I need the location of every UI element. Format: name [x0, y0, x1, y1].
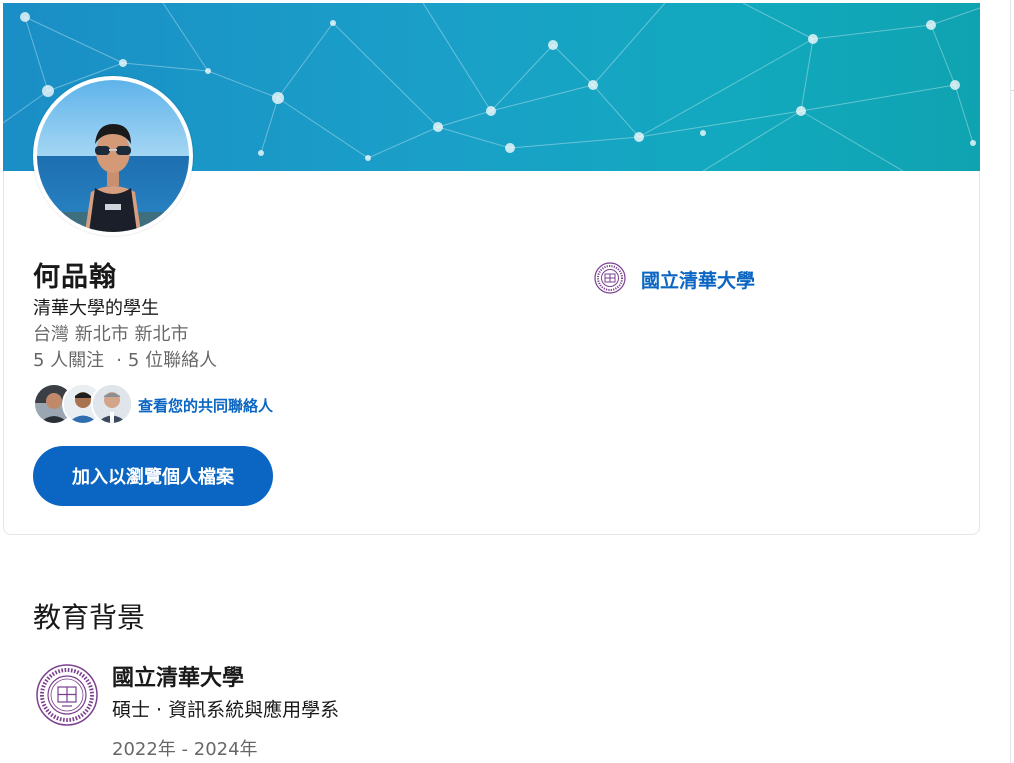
top-school-name: 國立清華大學 [641, 270, 756, 292]
profile-photo[interactable] [33, 76, 193, 236]
stats-separator: · [116, 350, 122, 371]
profile-location: 台灣 新北市 新北市 [33, 324, 189, 345]
education-school-name[interactable]: 國立清華大學 [112, 660, 244, 692]
connections-count: 5 位聯絡人 [127, 350, 218, 371]
profile-headline: 清華大學的學生 [33, 298, 159, 319]
person-photo-icon [93, 385, 131, 423]
university-seal-icon [594, 262, 626, 294]
profile-page: 何品翰 清華大學的學生 台灣 新北市 新北市 5 人關注 · 5 位聯絡人 查看… [0, 0, 1014, 763]
education-degree: 碩士 · 資訊系統與應用學系 [112, 699, 340, 721]
mutual-avatar-3 [91, 383, 133, 425]
profile-name: 何品翰 [33, 262, 117, 293]
university-seal-icon[interactable] [36, 664, 98, 726]
profile-stats: 5 人關注 · 5 位聯絡人 [33, 346, 217, 372]
join-to-view-profile-button[interactable]: 加入以瀏覽個人檔案 [33, 446, 273, 506]
followers-count: 5 人關注 [33, 350, 105, 371]
view-mutual-connections-link[interactable]: 查看您的共同聯絡人 [138, 395, 273, 416]
profile-photo-image [37, 80, 189, 232]
education-dates: 2022年 - 2024年 [112, 739, 258, 760]
right-divider [1010, 0, 1011, 763]
education-section-title: 教育背景 [33, 601, 146, 634]
mutual-connections-avatars[interactable] [33, 383, 133, 425]
